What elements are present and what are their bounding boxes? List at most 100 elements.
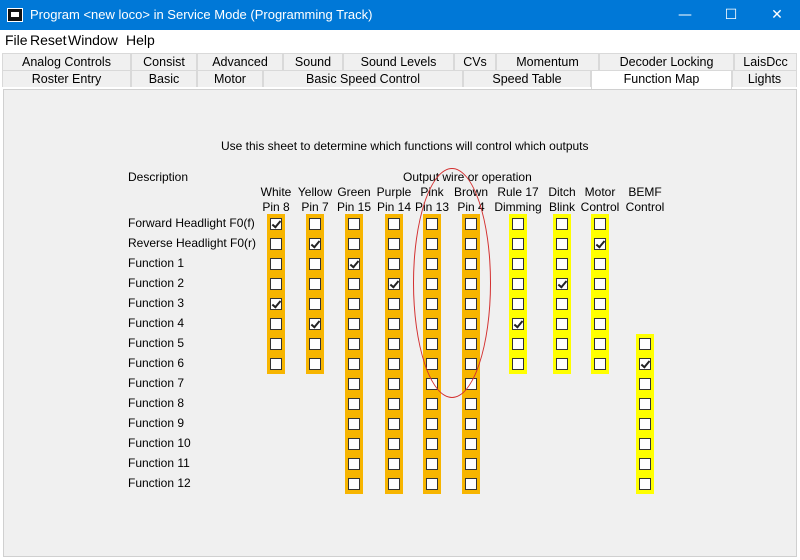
tab-roster-entry[interactable]: Roster Entry <box>2 70 131 87</box>
tab-consist[interactable]: Consist <box>131 53 197 70</box>
tab-function-map[interactable]: Function Map <box>591 70 732 89</box>
function-checkbox[interactable] <box>426 398 438 410</box>
function-checkbox[interactable] <box>388 258 400 270</box>
function-checkbox[interactable] <box>594 218 606 230</box>
function-checkbox[interactable] <box>388 238 400 250</box>
function-checkbox[interactable] <box>465 378 477 390</box>
function-checkbox[interactable] <box>388 338 400 350</box>
function-checkbox[interactable] <box>426 458 438 470</box>
function-checkbox[interactable] <box>348 218 360 230</box>
tab-basic-speed-control[interactable]: Basic Speed Control <box>263 70 463 87</box>
tab-cvs[interactable]: CVs <box>454 53 496 70</box>
function-checkbox[interactable] <box>388 278 400 290</box>
tab-sound-levels[interactable]: Sound Levels <box>343 53 454 70</box>
function-checkbox[interactable] <box>348 338 360 350</box>
function-checkbox[interactable] <box>594 278 606 290</box>
function-checkbox[interactable] <box>426 318 438 330</box>
tab-analog-controls[interactable]: Analog Controls <box>2 53 131 70</box>
function-checkbox[interactable] <box>388 458 400 470</box>
function-checkbox[interactable] <box>465 278 477 290</box>
function-checkbox[interactable] <box>512 318 524 330</box>
function-checkbox[interactable] <box>512 338 524 350</box>
function-checkbox[interactable] <box>388 358 400 370</box>
function-checkbox[interactable] <box>556 218 568 230</box>
function-checkbox[interactable] <box>309 338 321 350</box>
function-checkbox[interactable] <box>388 418 400 430</box>
function-checkbox[interactable] <box>426 418 438 430</box>
close-button[interactable]: ✕ <box>754 0 800 30</box>
function-checkbox[interactable] <box>348 478 360 490</box>
function-checkbox[interactable] <box>594 318 606 330</box>
function-checkbox[interactable] <box>348 318 360 330</box>
function-checkbox[interactable] <box>556 338 568 350</box>
function-checkbox[interactable] <box>639 378 651 390</box>
function-checkbox[interactable] <box>639 338 651 350</box>
function-checkbox[interactable] <box>465 358 477 370</box>
function-checkbox[interactable] <box>639 418 651 430</box>
function-checkbox[interactable] <box>556 278 568 290</box>
menu-window[interactable]: Window <box>68 32 118 48</box>
function-checkbox[interactable] <box>388 378 400 390</box>
function-checkbox[interactable] <box>594 338 606 350</box>
function-checkbox[interactable] <box>348 418 360 430</box>
function-checkbox[interactable] <box>556 318 568 330</box>
tab-lights[interactable]: Lights <box>732 70 797 87</box>
function-checkbox[interactable] <box>639 438 651 450</box>
function-checkbox[interactable] <box>512 298 524 310</box>
function-checkbox[interactable] <box>309 358 321 370</box>
function-checkbox[interactable] <box>465 298 477 310</box>
function-checkbox[interactable] <box>388 318 400 330</box>
function-checkbox[interactable] <box>594 238 606 250</box>
function-checkbox[interactable] <box>465 418 477 430</box>
function-checkbox[interactable] <box>639 398 651 410</box>
function-checkbox[interactable] <box>309 298 321 310</box>
menu-file[interactable]: File <box>5 32 28 48</box>
function-checkbox[interactable] <box>556 298 568 310</box>
function-checkbox[interactable] <box>309 258 321 270</box>
function-checkbox[interactable] <box>270 238 282 250</box>
tab-basic[interactable]: Basic <box>131 70 197 87</box>
menu-help[interactable]: Help <box>126 32 155 48</box>
function-checkbox[interactable] <box>465 478 477 490</box>
function-checkbox[interactable] <box>270 318 282 330</box>
function-checkbox[interactable] <box>426 378 438 390</box>
function-checkbox[interactable] <box>348 378 360 390</box>
function-checkbox[interactable] <box>426 238 438 250</box>
minimize-button[interactable]: — <box>662 0 708 30</box>
tab-decoder-locking[interactable]: Decoder Locking <box>599 53 734 70</box>
function-checkbox[interactable] <box>556 258 568 270</box>
function-checkbox[interactable] <box>388 478 400 490</box>
function-checkbox[interactable] <box>348 298 360 310</box>
function-checkbox[interactable] <box>270 258 282 270</box>
function-checkbox[interactable] <box>639 478 651 490</box>
function-checkbox[interactable] <box>426 278 438 290</box>
function-checkbox[interactable] <box>348 358 360 370</box>
function-checkbox[interactable] <box>465 258 477 270</box>
function-checkbox[interactable] <box>465 398 477 410</box>
function-checkbox[interactable] <box>348 458 360 470</box>
function-checkbox[interactable] <box>594 258 606 270</box>
function-checkbox[interactable] <box>426 358 438 370</box>
function-checkbox[interactable] <box>270 358 282 370</box>
function-checkbox[interactable] <box>426 438 438 450</box>
function-checkbox[interactable] <box>270 218 282 230</box>
function-checkbox[interactable] <box>512 278 524 290</box>
function-checkbox[interactable] <box>465 458 477 470</box>
function-checkbox[interactable] <box>512 238 524 250</box>
function-checkbox[interactable] <box>270 298 282 310</box>
function-checkbox[interactable] <box>388 398 400 410</box>
tab-motor[interactable]: Motor <box>197 70 263 87</box>
function-checkbox[interactable] <box>556 358 568 370</box>
function-checkbox[interactable] <box>426 338 438 350</box>
function-checkbox[interactable] <box>512 358 524 370</box>
function-checkbox[interactable] <box>348 258 360 270</box>
function-checkbox[interactable] <box>348 278 360 290</box>
function-checkbox[interactable] <box>309 278 321 290</box>
function-checkbox[interactable] <box>388 218 400 230</box>
function-checkbox[interactable] <box>426 258 438 270</box>
menu-reset[interactable]: Reset <box>30 32 67 48</box>
function-checkbox[interactable] <box>388 298 400 310</box>
function-checkbox[interactable] <box>309 318 321 330</box>
tab-momentum[interactable]: Momentum <box>496 53 599 70</box>
function-checkbox[interactable] <box>465 238 477 250</box>
